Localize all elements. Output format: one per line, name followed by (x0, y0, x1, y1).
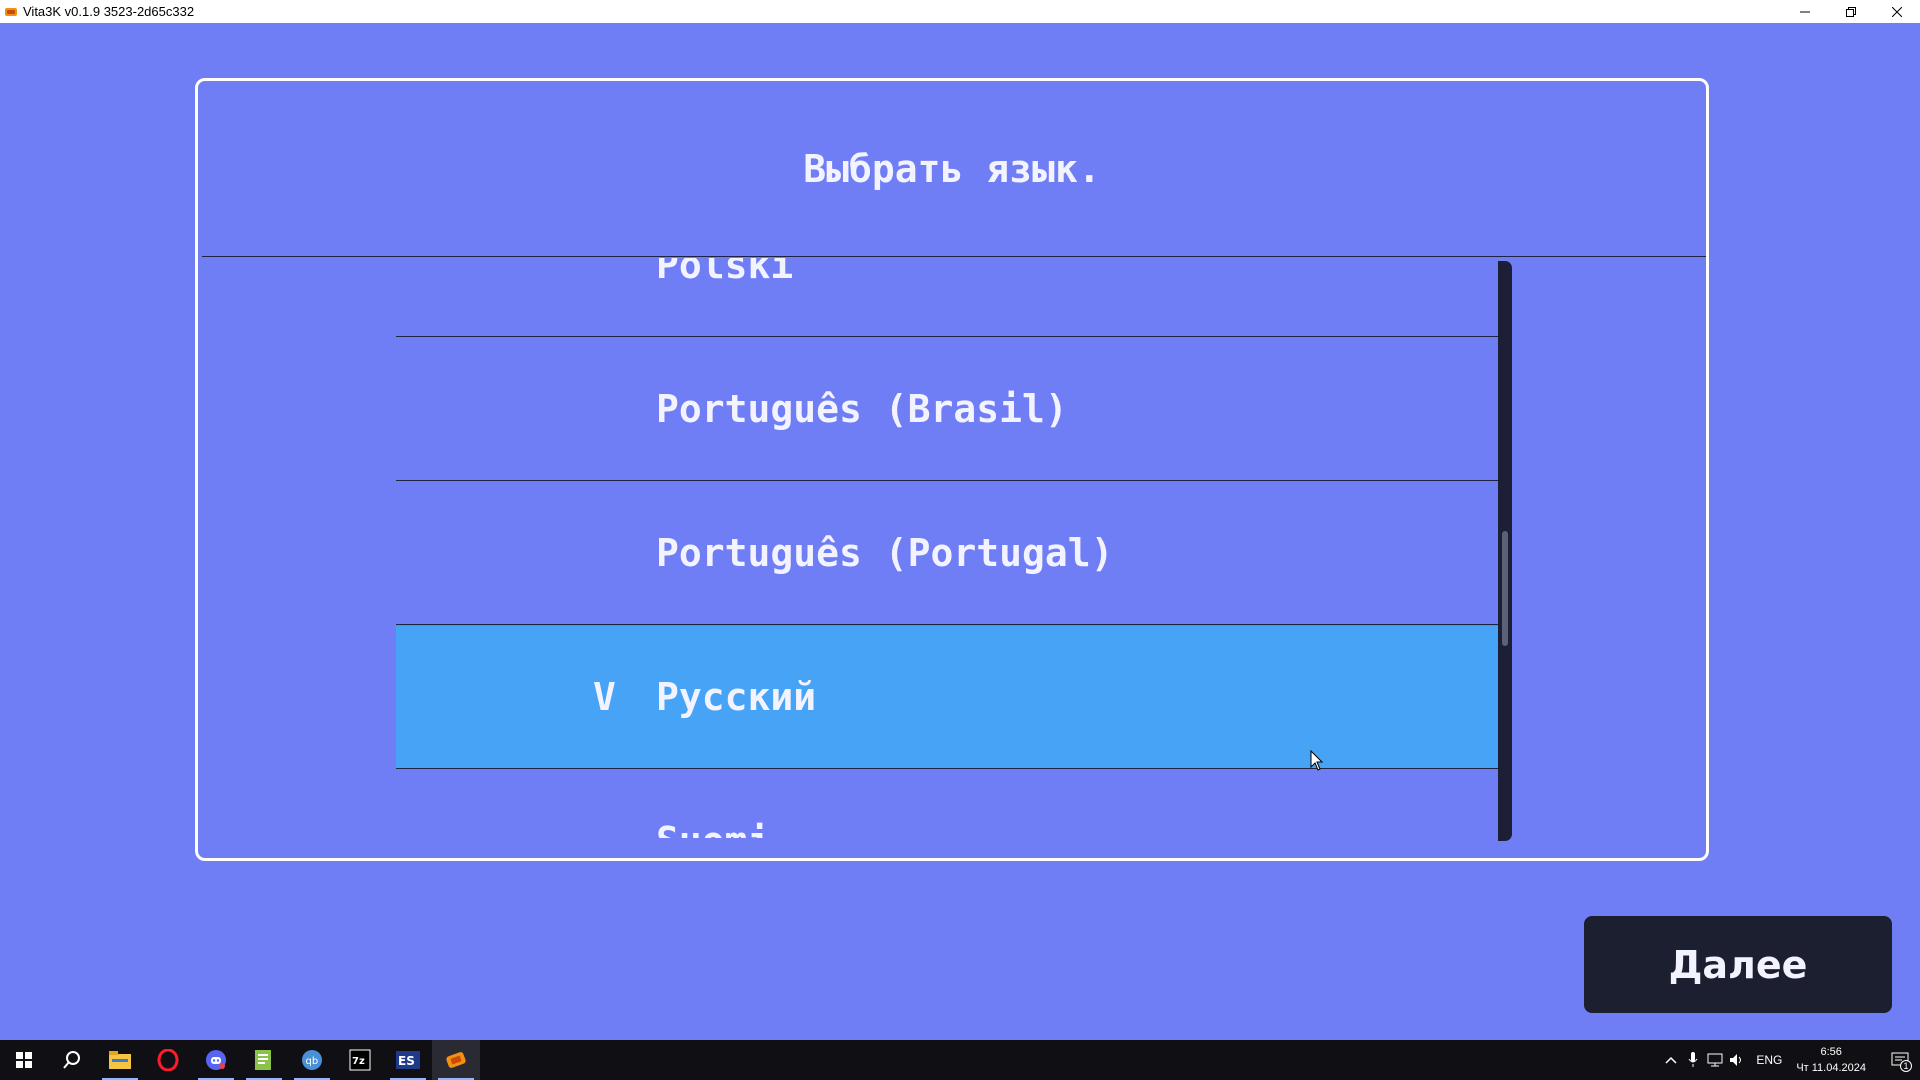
taskbar-discord[interactable] (192, 1040, 240, 1080)
notepad-icon (255, 1050, 271, 1070)
taskbar-file-explorer[interactable] (96, 1040, 144, 1080)
es-icon: ES (396, 1051, 420, 1069)
minimize-button[interactable] (1782, 0, 1828, 23)
restore-icon (1846, 6, 1856, 17)
window-title: Vita3K v0.1.9 3523-2d65c332 (23, 4, 195, 19)
language-item-suomi[interactable]: Suomi (396, 770, 1498, 838)
close-icon (1892, 6, 1902, 17)
taskbar-7zip[interactable]: 7z (336, 1040, 384, 1080)
language-item-portugues-portugal[interactable]: Português (Portugal) (396, 482, 1498, 625)
vita3k-icon (446, 1052, 466, 1068)
volume-icon (1730, 1054, 1742, 1066)
language-item-polski[interactable]: Polski (396, 258, 1498, 337)
qbittorrent-icon: qb (302, 1050, 322, 1070)
tray-network[interactable] (1704, 1040, 1726, 1080)
network-icon (1707, 1053, 1723, 1067)
file-explorer-icon (109, 1051, 131, 1069)
taskbar-es[interactable]: ES (384, 1040, 432, 1080)
windows-start-icon (16, 1052, 32, 1068)
search-button[interactable] (48, 1040, 96, 1080)
language-item-portugues-brasil[interactable]: Português (Brasil) (396, 338, 1498, 481)
clock-time: 6:56 (1820, 1046, 1842, 1058)
svg-text:ES: ES (398, 1054, 415, 1068)
clock-date: Чт 11.04.2024 (1796, 1062, 1866, 1074)
taskbar-clock[interactable]: 6:56 Чт 11.04.2024 (1796, 1044, 1866, 1076)
taskbar-notepad[interactable] (240, 1040, 288, 1080)
language-item-russian[interactable]: V Русский (396, 626, 1498, 769)
language-label: Polski (656, 258, 794, 287)
title-divider (202, 256, 1706, 257)
selected-check-mark: V (593, 675, 616, 719)
window-controls (1782, 0, 1920, 23)
language-label: Русский (656, 675, 817, 719)
mouse-cursor-icon (1310, 750, 1324, 771)
discord-icon (206, 1050, 226, 1070)
language-label: Português (Brasil) (656, 387, 1068, 431)
search-icon (63, 1051, 80, 1069)
start-button[interactable] (0, 1040, 48, 1080)
tray-overflow-button[interactable] (1660, 1040, 1682, 1080)
vita3k-logo-icon (3, 4, 19, 20)
next-button[interactable]: Далее (1584, 916, 1892, 1013)
system-tray: ENG 6:56 Чт 11.04.2024 1 (1660, 1040, 1920, 1080)
window-titlebar: Vita3K v0.1.9 3523-2d65c332 (0, 0, 1920, 23)
keyboard-language-indicator[interactable]: ENG (1756, 1053, 1782, 1067)
tray-volume[interactable] (1726, 1040, 1748, 1080)
language-list[interactable]: Polski Português (Brasil) Português (Por… (396, 258, 1498, 838)
opera-icon (157, 1049, 179, 1071)
taskbar-opera[interactable] (144, 1040, 192, 1080)
close-button[interactable] (1874, 0, 1920, 23)
svg-text:7z: 7z (352, 1056, 365, 1067)
7zip-icon: 7z (349, 1049, 371, 1071)
language-label: Português (Portugal) (656, 531, 1114, 575)
microphone-icon (1688, 1052, 1698, 1067)
tray-microphone[interactable] (1682, 1040, 1704, 1080)
chevron-up-icon (1665, 1056, 1677, 1064)
list-scrollbar[interactable] (1498, 261, 1512, 841)
language-dialog: Выбрать язык. Polski Português (Brasil) … (195, 78, 1709, 861)
taskbar-qbittorrent[interactable]: qb (288, 1040, 336, 1080)
svg-text:qb: qb (306, 1056, 319, 1067)
taskbar-vita3k[interactable] (432, 1040, 480, 1080)
taskbar: qb 7z ES ENG 6:56 Чт 11.04.2024 1 (0, 1040, 1920, 1080)
language-label: Suomi (656, 819, 770, 838)
notification-count-badge: 1 (1900, 1060, 1912, 1072)
notification-center-button[interactable]: 1 (1880, 1040, 1920, 1080)
minimize-icon (1800, 11, 1810, 12)
scrollbar-thumb[interactable] (1502, 531, 1508, 646)
dialog-title: Выбрать язык. (803, 146, 1101, 191)
restore-button[interactable] (1828, 0, 1874, 23)
